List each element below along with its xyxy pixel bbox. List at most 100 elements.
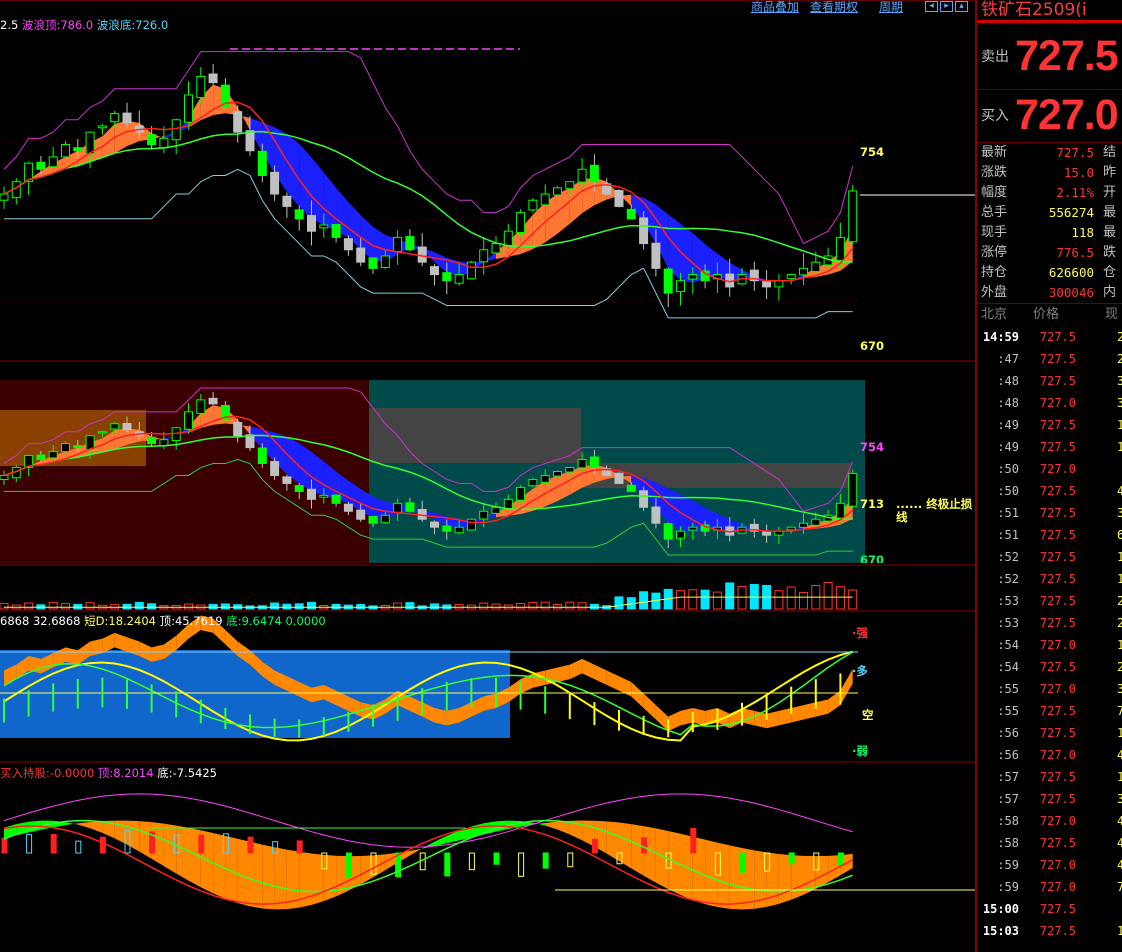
candle-body [454, 274, 464, 284]
candle-body [442, 272, 452, 282]
candle-body [589, 456, 599, 469]
candle-body [676, 280, 685, 293]
ma-ribbon [102, 123, 115, 158]
candle-body [848, 472, 858, 507]
stat-label: 最新 [981, 145, 1008, 160]
arrow-up-icon[interactable]: ▴ [955, 1, 968, 12]
tick-price: 727.5 [1039, 506, 1076, 520]
candle-body [270, 461, 280, 476]
tick-volume: 7 [1117, 700, 1122, 722]
tick-row: :48 727.5 3 [977, 370, 1122, 392]
tick-price: 727.0 [1039, 748, 1076, 762]
volume-bar [799, 591, 808, 610]
candle-body [799, 267, 808, 276]
arrow-right-icon[interactable]: ▸ [940, 1, 953, 12]
kline-chart-area[interactable]: 商品叠加 查看期权 周期 ◂ ▸ ▴ 2.5 波浪顶:786.0 波浪底:726… [0, 0, 975, 952]
candle-body [356, 247, 366, 263]
candle-body [393, 502, 403, 513]
candle-body [61, 443, 70, 453]
ma-ribbon [791, 705, 804, 723]
tick-time: :48 [997, 396, 1019, 410]
candle-body [639, 490, 649, 508]
volume-bar [712, 591, 722, 610]
ma-ribbon [557, 664, 570, 682]
hold-value: -0.0000 [49, 766, 95, 780]
candle-body [565, 467, 575, 473]
candle-body [196, 399, 206, 414]
hist-bar [493, 852, 500, 865]
candle-body [676, 530, 685, 539]
hist-bar [26, 834, 33, 854]
ma-ribbon [840, 669, 853, 706]
candle-body [110, 423, 120, 430]
stat-label-2: 内 [1103, 285, 1117, 300]
volume-bar [24, 602, 34, 610]
stat-label-2: 最 [1103, 225, 1117, 240]
volume-bar [479, 602, 489, 610]
candle-body [196, 75, 206, 98]
hist-bar [542, 852, 549, 869]
candle-body [405, 502, 415, 512]
p5-bottom-value: -7.5425 [172, 766, 217, 780]
stat-label: 涨停 [981, 245, 1008, 260]
kline-chart-canvas[interactable] [0, 0, 975, 952]
stat-label-2: 结 [1103, 145, 1117, 160]
p4-bottom-value: 9.6474 [241, 614, 282, 628]
buy-label: 买入 [981, 108, 1009, 124]
view-options-button[interactable]: 查看期权 [810, 0, 858, 14]
volume-bar [639, 591, 649, 610]
tick-row: :59 727.0 4 [977, 854, 1122, 876]
candle-body [503, 498, 513, 510]
wave-top-label: 波浪顶: [21, 18, 61, 32]
candle-body [626, 208, 636, 220]
tick-time: :55 [997, 704, 1019, 718]
stat-label: 外盘 [981, 285, 1008, 300]
candle-body [614, 472, 624, 484]
tick-volume: 3 [1117, 788, 1122, 810]
instrument-symbol[interactable]: 铁矿石2509(i [981, 0, 1087, 20]
candle-body [147, 436, 157, 445]
tick-row: :48 727.0 3 [977, 392, 1122, 414]
wave-top-value: 786.0 [60, 18, 94, 32]
tick-volume: 1 [1117, 634, 1122, 656]
tick-time: :53 [997, 594, 1019, 608]
tick-volume: 3 [1117, 370, 1122, 392]
panel2-low-label: 670 [860, 554, 885, 563]
tick-row: :50 727.5 4 [977, 480, 1122, 502]
tick-row: :54 727.5 2 [977, 656, 1122, 678]
hist-bar [468, 852, 475, 871]
candle-body [799, 522, 808, 528]
tick-volume: 3 [1117, 392, 1122, 414]
stat-row: 总手 556274 最 [977, 203, 1122, 223]
candle-body [147, 134, 157, 146]
candle-body [48, 156, 58, 168]
candle-body [553, 187, 562, 196]
ma-ribbon [434, 708, 447, 726]
tick-volume: 6 [1117, 524, 1122, 546]
stat-label: 涨跌 [981, 165, 1008, 180]
tick-price: 727.5 [1039, 330, 1076, 344]
tick-volume: 2 [1117, 348, 1122, 370]
hist-bar [75, 840, 82, 854]
candle-body [307, 214, 316, 232]
candle-body [835, 502, 845, 519]
volume-bar [430, 603, 439, 610]
tick-row: 15:03 727.5 11 [977, 920, 1122, 942]
panel2-mid-label: 713 [860, 497, 885, 511]
arrow-left-icon[interactable]: ◂ [925, 1, 938, 12]
volume-bar [491, 603, 501, 610]
candle-body [85, 131, 95, 155]
candle-body [663, 268, 673, 294]
tick-volume: 1 [1117, 414, 1122, 436]
ma-ribbon [311, 157, 324, 225]
tick-volume: 4 [1117, 480, 1122, 502]
candle-body [430, 521, 439, 528]
candle-body [36, 161, 46, 170]
period-button[interactable]: 周期 [879, 0, 903, 14]
overlay-instrument-button[interactable]: 商品叠加 [751, 0, 799, 14]
divider [977, 303, 1122, 304]
candle-body [614, 190, 624, 207]
tick-price: 727.5 [1039, 484, 1076, 498]
candle-body [553, 471, 562, 477]
candle-body [122, 422, 132, 431]
